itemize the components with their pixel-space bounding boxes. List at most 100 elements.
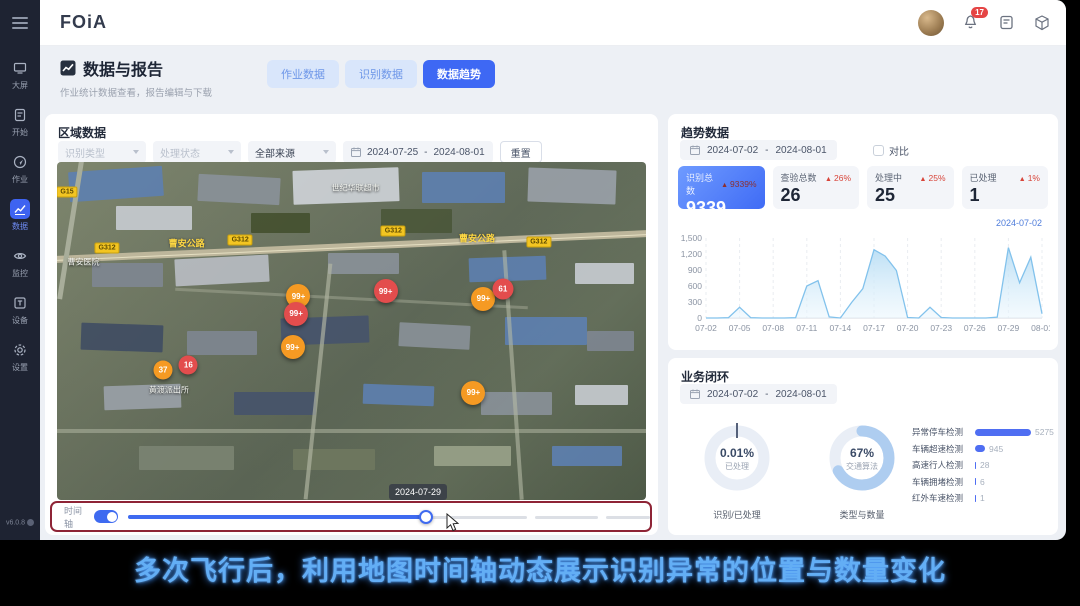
map-building: [139, 446, 233, 470]
svg-text:07-02: 07-02: [695, 323, 717, 333]
svg-text:07-08: 07-08: [762, 323, 784, 333]
sidebar-item-监控[interactable]: 监控: [10, 246, 30, 279]
chart-series-label: 2024-07-02: [996, 218, 1042, 228]
stat-card-处理中[interactable]: 处理中25%25: [867, 166, 954, 209]
delta-up-icon: 25%: [920, 173, 946, 183]
timeline-date-tooltip: 2024-07-29: [389, 484, 447, 500]
reset-button[interactable]: 重置: [500, 141, 542, 163]
svg-text:07-26: 07-26: [964, 323, 986, 333]
map-label-place: 曹安医院: [68, 256, 100, 267]
menu-toggle-icon[interactable]: [12, 14, 28, 32]
settings-icon: [10, 340, 30, 360]
tab-数据趋势[interactable]: 数据趋势: [423, 60, 495, 88]
map-label-road: 曹安公路: [169, 237, 205, 250]
slider-fill: [128, 515, 426, 519]
sidebar-item-设备[interactable]: 设备: [10, 293, 30, 326]
svg-text:07-17: 07-17: [863, 323, 885, 333]
chevron-down-icon: [323, 150, 329, 154]
trend-data-card: 趋势数据 2024-07-02-2024-08-01 对比 识别总数9339%9…: [668, 114, 1058, 350]
report-doc-icon[interactable]: [996, 13, 1016, 33]
sidebar-item-作业[interactable]: 作业: [10, 152, 30, 185]
region-card-title: 区域数据: [58, 124, 106, 141]
slider-handle[interactable]: [419, 510, 433, 524]
compare-checkbox[interactable]: 对比: [873, 143, 909, 158]
monitor-icon: [10, 246, 30, 266]
data-icon: [10, 199, 30, 219]
map-label-badge: G312: [381, 225, 406, 236]
sidebar-item-大屏[interactable]: 大屏: [10, 58, 30, 91]
map-marker-cluster[interactable]: 99+: [284, 302, 308, 326]
page-header: 数据与报告 作业统计数据查看，报告编辑与下载: [60, 56, 212, 99]
svg-text:08-01: 08-01: [1031, 323, 1050, 333]
tab-作业数据[interactable]: 作业数据: [267, 60, 339, 88]
recognition-type-select[interactable]: 识别类型: [58, 141, 146, 163]
map-marker-cluster[interactable]: 99+: [374, 279, 398, 303]
map-building: [528, 167, 617, 204]
app-logo: FOiA: [60, 12, 107, 33]
satellite-map[interactable]: G15G312曹安公路G312G312曹安公路G312曹安医院世纪华联超市黄渡派…: [57, 162, 646, 500]
map-building: [398, 322, 470, 349]
map-building: [434, 446, 511, 466]
timeline-slider[interactable]: [128, 510, 650, 524]
stat-card-识别总数[interactable]: 识别总数9339%9339: [678, 166, 765, 209]
timeline-annotation-box: 时间轴: [50, 501, 652, 532]
map-marker-cluster[interactable]: 61: [492, 279, 513, 300]
map-marker-cluster[interactable]: 16: [179, 356, 198, 375]
process-status-select[interactable]: 处理状态: [153, 141, 241, 163]
region-date-range[interactable]: 2024-07-25-2024-08-01: [343, 141, 493, 163]
topbar-icons: 17: [918, 10, 1052, 36]
detection-bar-异常停车检测: 异常停车检测5275: [912, 424, 1050, 441]
stat-card-已处理[interactable]: 已处理1%1: [962, 166, 1049, 209]
mouse-cursor: [445, 513, 461, 533]
screen-icon: [10, 58, 30, 78]
sidebar-nav: 大屏开始作业数据监控设备设置: [10, 58, 30, 373]
svg-text:900: 900: [688, 265, 702, 275]
detection-bar-高速行人检测: 高速行人检测28: [912, 457, 1050, 474]
checkbox-icon: [873, 145, 884, 156]
loop-card-title: 业务闭环: [681, 368, 729, 385]
map-building: [505, 317, 587, 344]
app-version: v6.0.8: [0, 519, 40, 526]
algorithm-donut-chart: 67%交通算法类型与数量: [810, 412, 914, 509]
sidebar-item-数据[interactable]: 数据: [10, 199, 30, 232]
page-title: 数据与报告: [83, 56, 163, 80]
map-marker-cluster[interactable]: 99+: [281, 335, 305, 359]
chevron-down-icon: [133, 150, 139, 154]
stat-cards: 识别总数9339%9339查验总数26%26处理中25%25已处理1%1: [678, 166, 1048, 209]
video-frame: 大屏开始作业数据监控设备设置 v6.0.8 FOiA 17: [0, 0, 1080, 606]
mission-icon: [10, 152, 30, 172]
svg-text:07-20: 07-20: [897, 323, 919, 333]
notification-badge: 17: [971, 7, 988, 18]
delta-up-icon: 9339%: [721, 179, 756, 189]
trend-card-title: 趋势数据: [681, 124, 729, 141]
sidebar-item-设置[interactable]: 设置: [10, 340, 30, 373]
device-icon: [10, 293, 30, 313]
stat-card-查验总数[interactable]: 查验总数26%26: [773, 166, 860, 209]
timeline-toggle[interactable]: [94, 510, 118, 523]
trend-date-range[interactable]: 2024-07-02-2024-08-01: [680, 140, 837, 160]
sidebar-item-开始[interactable]: 开始: [10, 105, 30, 138]
calendar-icon: [351, 147, 361, 157]
map-label-place: 黄渡派出所: [149, 385, 189, 396]
svg-text:0: 0: [697, 313, 702, 323]
map-label-place: 世纪华联超市: [332, 182, 380, 193]
calendar-icon: [690, 389, 700, 399]
detection-bar-车辆超速检测: 车辆超速检测945: [912, 441, 1050, 458]
map-building: [187, 331, 258, 355]
cube-apps-icon[interactable]: [1032, 13, 1052, 33]
trend-area-chart: 07-0207-0507-0807-1107-1407-1707-2007-23…: [676, 230, 1050, 346]
map-label-badge: G312: [526, 236, 551, 247]
loop-date-range[interactable]: 2024-07-02-2024-08-01: [680, 384, 837, 404]
timeline-label: 时间轴: [64, 504, 86, 530]
map-label-badge: G312: [228, 234, 253, 245]
map-marker-cluster[interactable]: 99+: [461, 381, 485, 405]
map-marker-cluster[interactable]: 37: [154, 360, 173, 379]
avatar[interactable]: [918, 10, 944, 36]
map-building: [293, 449, 375, 469]
source-select[interactable]: 全部来源: [248, 141, 336, 163]
map-label-badge: G15: [57, 187, 78, 198]
detection-bar-车辆拥堵检测: 车辆拥堵检测6: [912, 474, 1050, 491]
notifications-bell-icon[interactable]: 17: [960, 13, 980, 33]
map-building: [116, 206, 193, 230]
tab-识别数据[interactable]: 识别数据: [345, 60, 417, 88]
